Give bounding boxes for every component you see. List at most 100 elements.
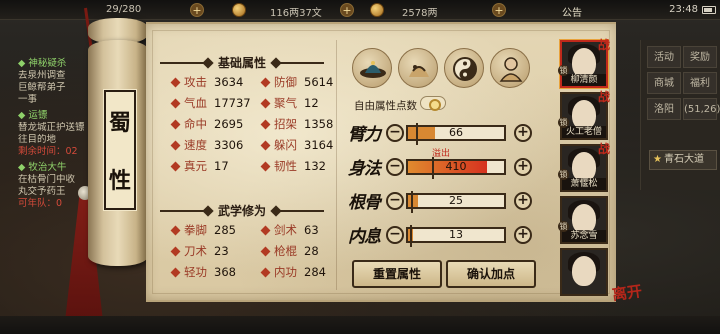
stat-label: 躲闪 bbox=[274, 138, 297, 152]
stat-basic-1: 防御 5614 bbox=[260, 75, 334, 89]
battle-mark: 战 bbox=[597, 38, 610, 52]
stat-label: 气血 bbox=[184, 96, 207, 110]
side-button-reward[interactable]: 奖励 bbox=[683, 46, 717, 68]
stat-value: 23 bbox=[214, 244, 229, 258]
attr-row-2: 根骨 − 25 + bbox=[344, 188, 540, 214]
stat-label: 招架 bbox=[274, 117, 297, 131]
stat-value: 3634 bbox=[214, 75, 244, 89]
panel-title-plate: 蜀 性 bbox=[103, 89, 137, 211]
stat-label: 命中 bbox=[184, 117, 207, 131]
stat-value: 12 bbox=[304, 96, 319, 110]
gold-add-button[interactable]: + bbox=[492, 3, 506, 17]
side-button-welfare[interactable]: 福利 bbox=[683, 72, 717, 94]
attr-row-3: 内息 − 13 + bbox=[344, 222, 540, 248]
stat-value: 368 bbox=[214, 265, 236, 279]
decrease-button[interactable]: − bbox=[386, 158, 404, 176]
reset-attributes-button[interactable]: 重置属性 bbox=[352, 260, 442, 288]
increase-button[interactable]: + bbox=[514, 158, 532, 176]
panel-title-char-2: 性 bbox=[108, 168, 131, 194]
sect-icon-dragon-bag[interactable] bbox=[398, 48, 438, 88]
portrait-name: 火工老僧 bbox=[562, 126, 606, 138]
stat-label: 枪棍 bbox=[274, 244, 297, 258]
stat-label: 拳脚 bbox=[184, 223, 207, 237]
character-portrait[interactable]: 萧偃松 战锁 bbox=[558, 142, 610, 192]
attr-bar: 25 bbox=[406, 191, 506, 213]
martial-heading: 武学修为 bbox=[160, 202, 325, 219]
portrait-name: 柳清颜 bbox=[562, 74, 606, 86]
sect-icon-monk[interactable] bbox=[490, 48, 530, 88]
stat-martial-4: 轻功 368 bbox=[170, 265, 236, 279]
diamond-icon bbox=[260, 140, 271, 150]
stat-value: 28 bbox=[304, 244, 319, 258]
character-portrait[interactable]: 苏念雪锁 bbox=[558, 196, 608, 244]
diamond-icon bbox=[260, 77, 271, 87]
leave-seal-button[interactable]: 离开 bbox=[611, 280, 644, 305]
stat-value: 1358 bbox=[304, 117, 334, 131]
free-points-label: 自由属性点数 bbox=[354, 100, 417, 112]
attr-value: 25 bbox=[449, 194, 463, 207]
star-icon: ★ bbox=[653, 154, 662, 165]
road-name: 青石大道 bbox=[664, 154, 704, 165]
attr-value: 410 bbox=[445, 160, 467, 173]
free-points-badge bbox=[420, 96, 446, 111]
stat-martial-3: 枪棍 28 bbox=[260, 244, 319, 258]
battle-mark: 战 bbox=[597, 90, 610, 104]
stat-value: 132 bbox=[304, 159, 326, 173]
decrease-button[interactable]: − bbox=[386, 124, 404, 142]
lock-icon: 锁 bbox=[558, 169, 569, 180]
stat-value: 2695 bbox=[214, 117, 244, 131]
stat-label: 韧性 bbox=[274, 159, 297, 173]
portrait-face bbox=[572, 256, 596, 286]
stat-basic-6: 速度 3306 bbox=[170, 138, 243, 152]
stat-basic-9: 韧性 132 bbox=[260, 159, 326, 173]
stat-label: 刀术 bbox=[184, 244, 207, 258]
sect-icon-hat[interactable] bbox=[352, 48, 392, 88]
notice-button[interactable]: 公告 bbox=[562, 4, 582, 19]
increase-button[interactable]: + bbox=[514, 226, 532, 244]
character-portrait[interactable] bbox=[560, 248, 608, 296]
diamond-icon bbox=[260, 246, 271, 256]
increase-button[interactable]: + bbox=[514, 192, 532, 210]
basic-attributes-heading: 基础属性 bbox=[160, 54, 325, 71]
attr-row-0: 臂力 − 66 + bbox=[344, 120, 540, 146]
diamond-icon bbox=[170, 119, 181, 129]
copper-add-button[interactable]: + bbox=[340, 3, 354, 17]
stat-value: 285 bbox=[214, 223, 236, 237]
stamina-add-button[interactable]: + bbox=[190, 3, 204, 17]
panel-title-char-1: 蜀 bbox=[108, 110, 131, 136]
lock-icon: 锁 bbox=[558, 117, 569, 128]
stat-basic-2: 气血 17737 bbox=[170, 96, 251, 110]
decrease-button[interactable]: − bbox=[386, 226, 404, 244]
diamond-icon bbox=[170, 225, 181, 235]
side-menu: 活动 奖励 商城 福利 洛阳 (51,26) ★ 青石大道 bbox=[640, 40, 720, 190]
stat-basic-3: 聚气 12 bbox=[260, 96, 319, 110]
panel-divider bbox=[336, 40, 337, 290]
diamond-icon bbox=[170, 77, 181, 87]
road-label[interactable]: ★ 青石大道 bbox=[649, 150, 717, 170]
diamond-icon bbox=[260, 119, 271, 129]
stat-value: 5614 bbox=[304, 75, 334, 89]
diamond-icon bbox=[170, 161, 181, 171]
stat-label: 速度 bbox=[184, 138, 207, 152]
character-portrait[interactable]: 柳清颜 战锁 bbox=[558, 38, 610, 88]
location-name: 洛阳 bbox=[647, 98, 681, 120]
stat-value: 284 bbox=[304, 265, 326, 279]
character-portrait[interactable]: 火工老僧 战锁 bbox=[558, 90, 610, 140]
increase-button[interactable]: + bbox=[514, 124, 532, 142]
decrease-button[interactable]: − bbox=[386, 192, 404, 210]
sect-icon-taiji[interactable] bbox=[444, 48, 484, 88]
stat-value: 63 bbox=[304, 223, 319, 237]
portrait-name: 萧偃松 bbox=[562, 178, 606, 190]
attr-value: 66 bbox=[449, 126, 463, 139]
portrait-name: 苏念雪 bbox=[562, 230, 606, 242]
stat-label: 轻功 bbox=[184, 265, 207, 279]
attr-bar: 66 bbox=[406, 123, 506, 145]
attr-value: 13 bbox=[449, 228, 463, 241]
stat-label: 防御 bbox=[274, 75, 297, 89]
attr-name: 身法 bbox=[348, 159, 381, 179]
side-button-activity[interactable]: 活动 bbox=[647, 46, 681, 68]
confirm-allocation-button[interactable]: 确认加点 bbox=[446, 260, 536, 288]
stat-basic-0: 攻击 3634 bbox=[170, 75, 244, 89]
side-button-shop[interactable]: 商城 bbox=[647, 72, 681, 94]
stat-label: 聚气 bbox=[274, 96, 297, 110]
